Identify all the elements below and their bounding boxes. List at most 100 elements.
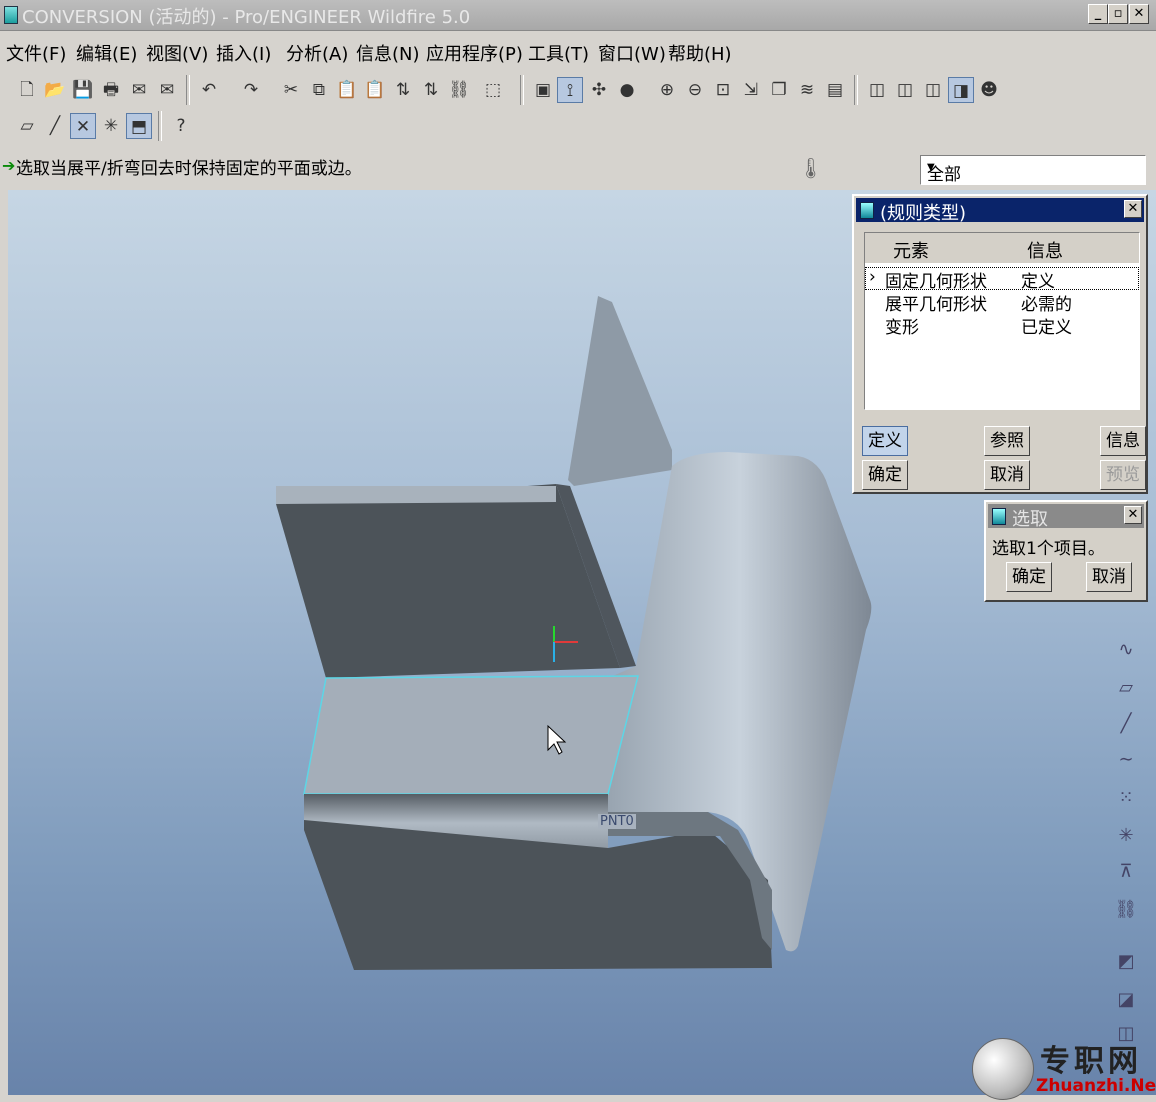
menu-applications[interactable]: 应用程序(P) [426,40,523,66]
zoom-out-icon[interactable]: ⊖ [682,77,708,103]
layers-icon[interactable]: ≋ [794,77,820,103]
toolbar-separator [520,75,524,105]
app-icon [4,6,18,24]
regen-manager-icon[interactable]: ⇅ [418,77,444,103]
flat-wall-icon[interactable]: ◩ [1114,950,1138,974]
wireframe-icon[interactable]: ◫ [864,77,890,103]
selection-box-icon[interactable]: ⬚ [474,77,512,103]
send-icon[interactable]: ✉ [126,77,152,103]
find-icon[interactable]: ⛓ [446,77,472,103]
datum-plane-icon[interactable]: ▱ [1114,676,1138,700]
toolbar-separator [158,111,162,141]
front-wall[interactable] [304,820,772,970]
col-element: 元素 [893,241,929,262]
datum-point-display-icon[interactable]: ✕ [70,113,96,139]
orient-mode-icon[interactable]: ⟟ [557,77,583,103]
table-row[interactable]: › 固定几何形状 定义 [865,267,1139,292]
watermark-cn: 专职网 [1040,1044,1142,1079]
minimize-button[interactable]: _ [1088,4,1108,24]
define-button[interactable]: 定义 [862,426,908,456]
datum-axis-display-icon[interactable]: ╱ [42,113,68,139]
menu-insert[interactable]: 插入(I) [216,40,271,66]
rule-dialog-close-icon[interactable]: ✕ [1124,200,1142,218]
datum-plane-display-icon[interactable]: ▱ [14,113,40,139]
left-panel-edge [0,190,8,1095]
back-flange[interactable] [568,296,672,486]
datum-point-icon[interactable]: ⁙ [1114,786,1138,810]
rule-type-dialog: (规则类型) ✕ 元素 信息 › 固定几何形状 定义 展平几何形状 必需的 变形… [852,194,1148,494]
new-icon[interactable]: 🗋 [14,77,40,103]
refs-button[interactable]: 参照 [984,426,1030,456]
ok-button[interactable]: 确定 [862,460,908,490]
save-icon[interactable]: 💾 [70,77,96,103]
paste-special-icon[interactable]: 📋 [362,77,388,103]
feature-toolbar: ∿ ▱ ╱ ∼ ⁙ ✳ ⊼ ⛓ ◩ ◪ ◫ [1110,600,1140,1060]
left-wall-top-edge [276,486,556,504]
cut-icon[interactable]: ✂ [278,77,304,103]
select-cancel-button[interactable]: 取消 [1086,562,1132,592]
select-dialog-close-icon[interactable]: ✕ [1124,506,1142,524]
watermark-logo [972,1038,1034,1100]
menu-tools[interactable]: 工具(T) [528,40,589,66]
menu-window[interactable]: 窗口(W) [598,40,666,66]
no-hidden-icon[interactable]: ◫ [920,77,946,103]
maximize-button[interactable]: ▫ [1108,4,1128,24]
close-button[interactable]: ✕ [1129,4,1149,24]
rule-dialog-titlebar[interactable]: (规则类型) ✕ [856,198,1144,224]
prompt-message: 选取当展平/折弯回去时保持固定的平面或边。 [16,159,362,179]
analysis-icon[interactable]: ⊼ [1114,860,1138,884]
table-row[interactable]: 展平几何形状 必需的 [865,290,1139,315]
preview-button[interactable]: 预览 [1100,460,1146,490]
undo-icon[interactable]: ↶ [196,77,222,103]
sketch-curve-icon[interactable]: ∿ [1114,638,1138,662]
info-button[interactable]: 信息 [1100,426,1146,456]
selection-filter[interactable]: 全部 ▼ [920,155,1146,185]
copy-icon[interactable]: ⧉ [306,77,332,103]
rule-dialog-title: (规则类型) [880,203,967,224]
menu-info[interactable]: 信息(N) [356,40,420,66]
redo-icon[interactable]: ↷ [238,77,264,103]
context-help-icon[interactable]: ? [168,113,194,139]
datum-curve-icon[interactable]: ∼ [1114,748,1138,772]
spin-center-icon[interactable]: ✣ [586,77,612,103]
regenerate-icon[interactable]: ⇅ [390,77,416,103]
dialog-icon [992,508,1006,525]
print-icon[interactable]: 🖶 [98,77,124,103]
row-element: 变形 [885,318,919,338]
model-tree-icon[interactable]: ☻ [976,77,1002,103]
saved-views-icon[interactable]: ❐ [766,77,792,103]
menu-bar: 文件(F) 编辑(E) 视图(V) 插入(I) 分析(A) 信息(N) 应用程序… [0,34,1156,68]
repaint-icon[interactable]: ▣ [530,77,556,103]
annotation-display-icon[interactable]: ⬒ [126,113,152,139]
open-icon[interactable]: 📂 [42,77,68,103]
menu-file[interactable]: 文件(F) [6,40,66,66]
view-manager-icon[interactable]: ▤ [822,77,848,103]
flange-icon[interactable]: ◪ [1114,988,1138,1012]
select-dialog-titlebar[interactable]: 选取 ✕ [988,504,1144,530]
cancel-button[interactable]: 取消 [984,460,1030,490]
menu-analysis[interactable]: 分析(A) [286,40,348,66]
paste-icon[interactable]: 📋 [334,77,360,103]
shading-icon[interactable]: ● [614,77,640,103]
csys-icon[interactable]: ✳ [1114,824,1138,848]
row-info: 定义 [1021,272,1055,292]
table-row[interactable]: 变形 已定义 [865,313,1139,338]
zoom-in-icon[interactable]: ⊕ [654,77,680,103]
datum-point-label[interactable]: PNT0 [598,814,636,829]
datum-axis-icon[interactable]: ╱ [1114,712,1138,736]
menu-edit[interactable]: 编辑(E) [76,40,137,66]
selected-fixed-surface[interactable] [303,675,639,795]
shaded-icon[interactable]: ◨ [948,77,974,103]
refit-icon[interactable]: ⊡ [710,77,736,103]
chain-icon[interactable]: ⛓ [1114,898,1138,922]
select-ok-button[interactable]: 确定 [1006,562,1052,592]
datum-toolbar: ▱ ╱ ✕ ✳ ⬒ ? [0,106,1156,146]
csys-display-icon[interactable]: ✳ [98,113,124,139]
menu-help[interactable]: 帮助(H) [668,40,732,66]
hidden-line-icon[interactable]: ◫ [892,77,918,103]
window-title: CONVERSION (活动的) - Pro/ENGINEER Wildfire… [22,7,471,28]
row-info: 必需的 [1021,295,1072,315]
menu-view[interactable]: 视图(V) [146,40,208,66]
email-icon[interactable]: ✉ [154,77,180,103]
reorient-icon[interactable]: ⇲ [738,77,764,103]
